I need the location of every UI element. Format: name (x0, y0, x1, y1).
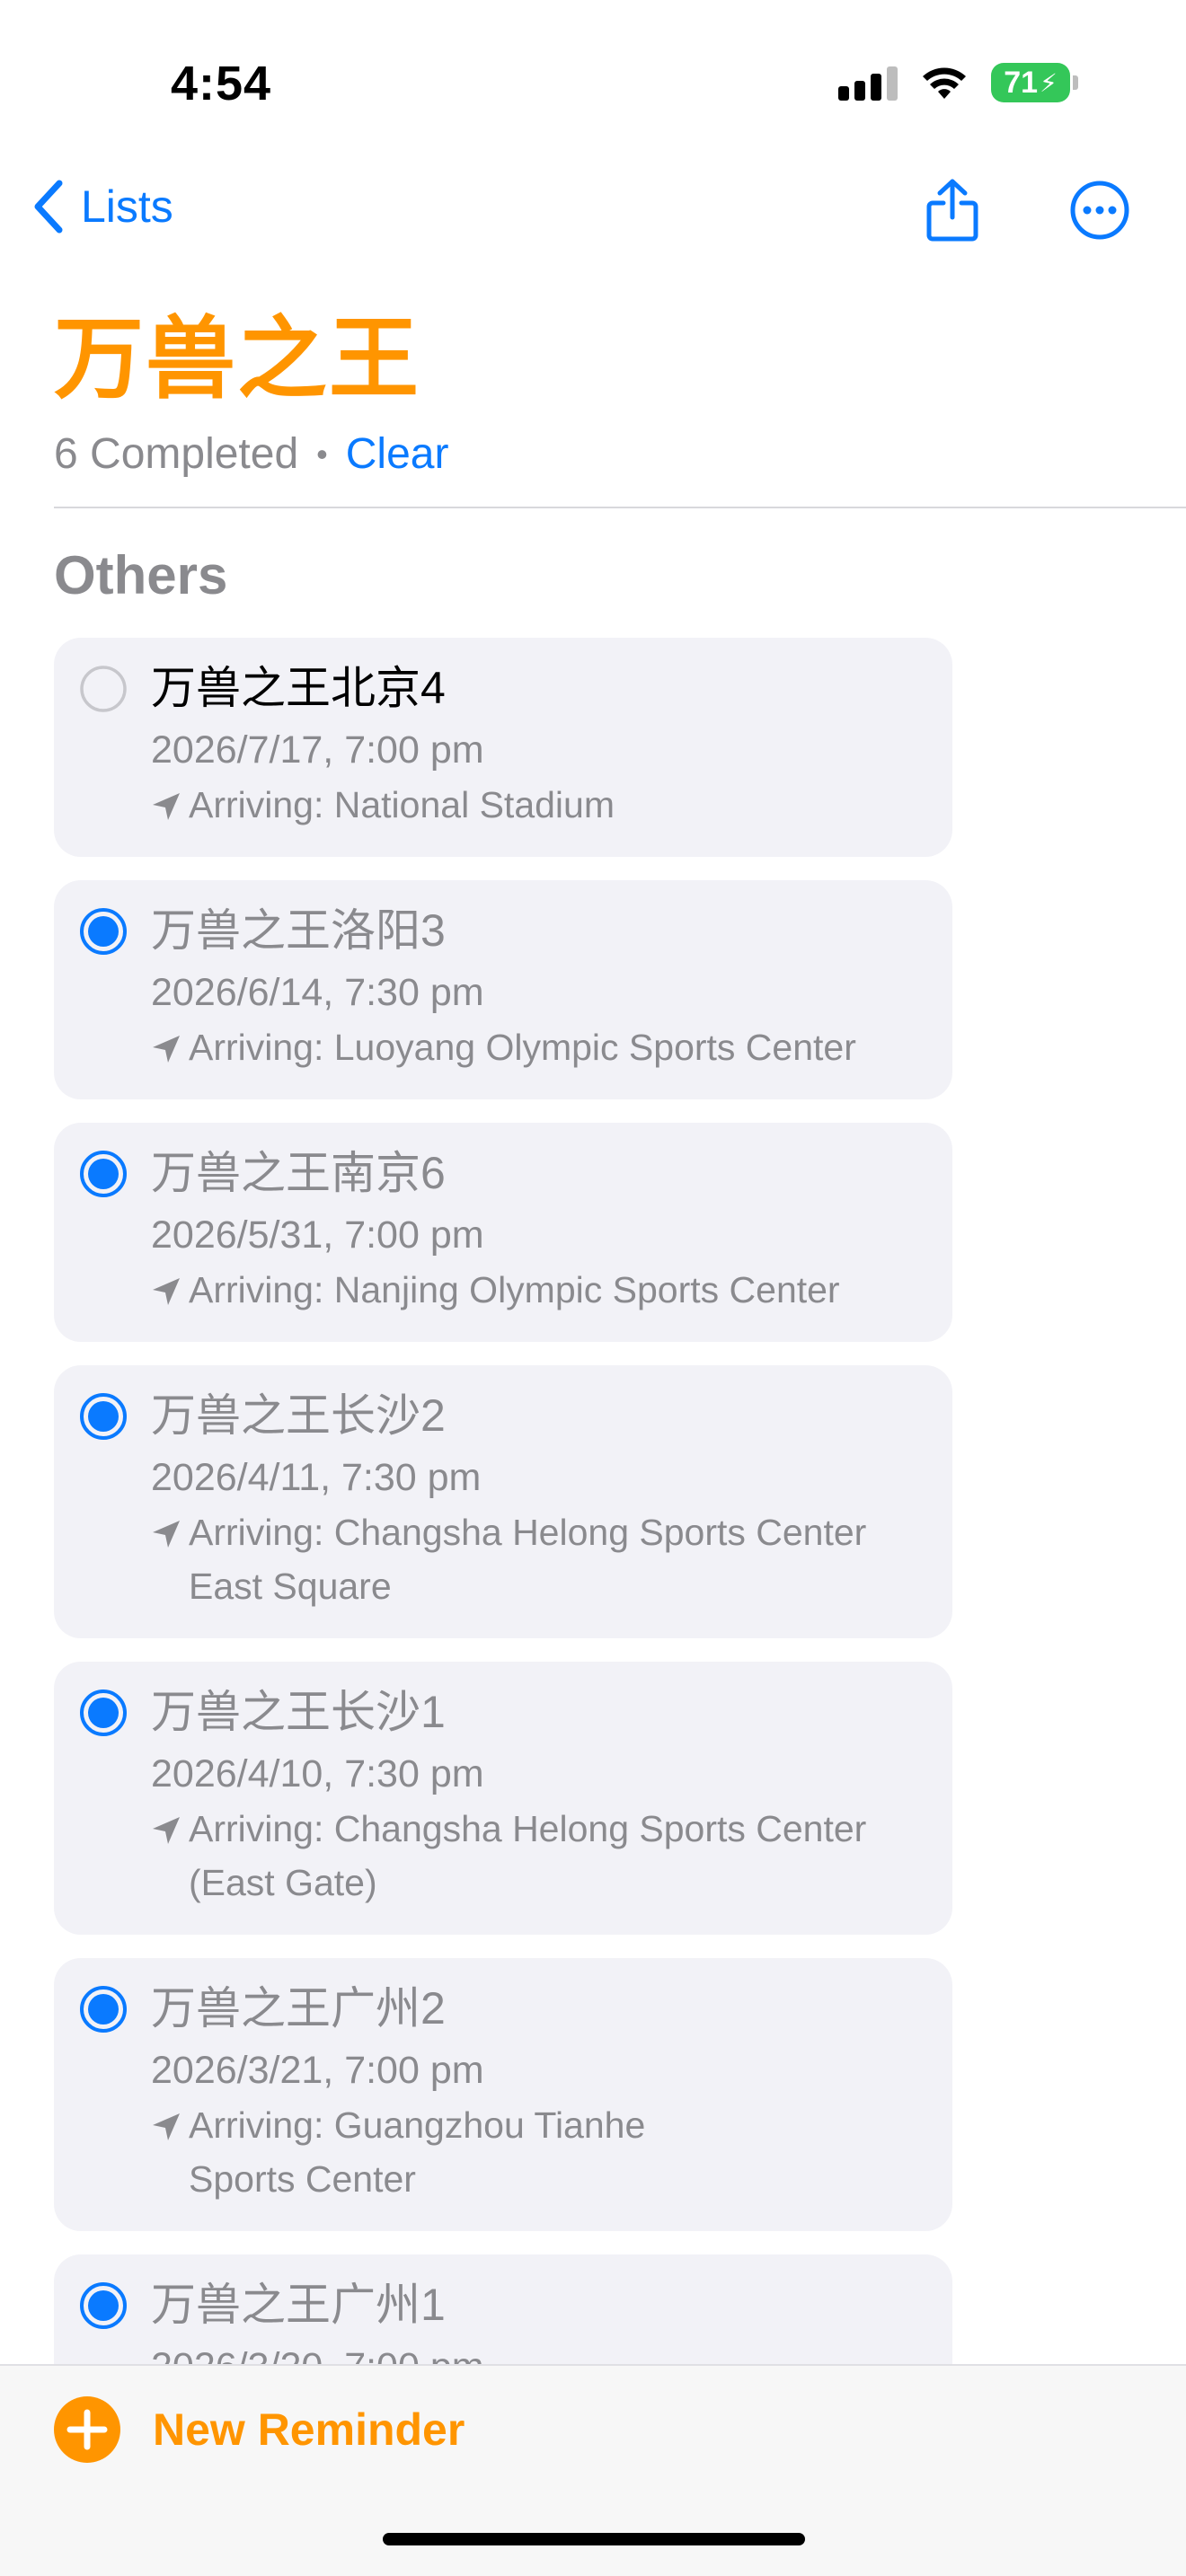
battery-icon: 71 ⚡ (991, 63, 1078, 102)
reminder-content: 万兽之王长沙1 2026/4/10, 7:30 pm Arriving: Chang… (151, 1685, 931, 1910)
checked-circle-icon[interactable] (79, 1689, 128, 1737)
location-arrow-icon (153, 1036, 180, 1063)
reminder-location: Arriving: Changsha Helong Sports Center (… (151, 1802, 931, 1910)
reminder-date: 2026/4/10, 7:30 pm (151, 1752, 484, 1795)
back-label: Lists (81, 181, 173, 232)
share-icon (926, 179, 978, 242)
reminder-card[interactable]: 万兽之王长沙1 2026/4/10, 7:30 pm Arriving: Chang… (54, 1662, 952, 1935)
location-arrow-icon (153, 1817, 180, 1844)
reminder-content: 万兽之王广州2 2026/3/21, 7:00 pm Arriving: Guang… (151, 1981, 931, 2206)
share-button[interactable] (920, 178, 985, 243)
reminder-location: Arriving: Luoyang Olympic Sports Center (151, 1020, 931, 1074)
status-time: 4:54 (171, 57, 272, 110)
reminder-title: 万兽之王洛阳3 (151, 905, 446, 956)
empty-circle-icon[interactable] (79, 665, 128, 713)
location-text: Arriving: Changsha Helong Sports Center E… (189, 1505, 866, 1613)
cellular-signal-icon (838, 65, 898, 101)
location-text: Arriving: Guangzhou Tianhe Sports Center (189, 2098, 645, 2206)
location-arrow-icon (153, 1278, 180, 1305)
new-reminder-label: New Reminder (153, 2404, 465, 2455)
nav-actions (920, 178, 1132, 243)
reminders-screen: 4:54 71 ⚡ Lists 万兽之王 6 Completed • Clear… (0, 0, 1186, 2576)
reminder-date: 2026/3/21, 7:00 pm (151, 2049, 484, 2092)
reminder-content: 万兽之王长沙2 2026/4/11, 7:30 pm Arriving: Chang… (151, 1389, 931, 1613)
reminder-title: 万兽之王广州2 (151, 1983, 446, 2033)
checked-circle-icon[interactable] (79, 1985, 128, 2033)
reminder-content: 万兽之王北京4 2026/7/17, 7:00 pm Arriving: Natio… (151, 661, 931, 832)
reminder-date: 2026/4/11, 7:30 pm (151, 1456, 482, 1499)
battery-level: 71 (1004, 65, 1039, 100)
reminder-title: 万兽之王北京4 (151, 663, 446, 713)
plus-circle-icon (54, 2396, 120, 2463)
status-icons: 71 ⚡ (838, 63, 1078, 102)
reminder-title: 万兽之王南京6 (151, 1148, 446, 1198)
location-arrow-icon (153, 2113, 180, 2140)
home-indicator (383, 2533, 805, 2545)
location-arrow-icon (153, 793, 180, 820)
location-text: Arriving: Nanjing Olympic Sports Center (189, 1263, 840, 1317)
reminder-card[interactable]: 万兽之王长沙2 2026/4/11, 7:30 pm Arriving: Chang… (54, 1365, 952, 1638)
reminder-card[interactable]: 万兽之王广州2 2026/3/21, 7:00 pm Arriving: Guang… (54, 1958, 952, 2231)
wifi-icon (923, 67, 966, 99)
checked-circle-icon[interactable] (79, 1392, 128, 1441)
completed-count: 6 Completed (54, 430, 299, 478)
location-text: Arriving: Changsha Helong Sports Center (… (189, 1802, 866, 1910)
reminder-title: 万兽之王长沙1 (151, 1687, 446, 1737)
back-button[interactable]: Lists (32, 180, 173, 234)
location-line: Arriving: Guangzhou Tianhe (189, 2104, 646, 2146)
reminder-title: 万兽之王长沙2 (151, 1390, 446, 1441)
reminder-location: Arriving: National Stadium (151, 778, 931, 832)
reminder-title: 万兽之王广州1 (151, 2280, 446, 2330)
location-arrow-icon (153, 1521, 180, 1548)
completed-summary: 6 Completed • Clear (54, 429, 448, 479)
reminder-card[interactable]: 万兽之王洛阳3 2026/6/14, 7:30 pm Arriving: Luoya… (54, 880, 952, 1099)
location-line: Arriving: Changsha Helong Sports Center (189, 1808, 867, 1849)
location-line: Arriving: Nanjing Olympic Sports Center (189, 1269, 840, 1310)
reminder-content: 万兽之王南京6 2026/5/31, 7:00 pm Arriving: Nanji… (151, 1146, 931, 1317)
reminder-date: 2026/6/14, 7:30 pm (151, 971, 484, 1014)
location-line: Arriving: Luoyang Olympic Sports Center (189, 1027, 856, 1068)
checked-circle-icon[interactable] (79, 2281, 128, 2330)
section-header: Others (54, 545, 228, 605)
clear-button[interactable]: Clear (346, 429, 449, 479)
reminder-card[interactable]: 万兽之王北京4 2026/7/17, 7:00 pm Arriving: Natio… (54, 638, 952, 857)
reminder-list: 万兽之王北京4 2026/7/17, 7:00 pm Arriving: Natio… (54, 638, 952, 2443)
reminder-location: Arriving: Nanjing Olympic Sports Center (151, 1263, 931, 1317)
location-line: Arriving: National Stadium (189, 784, 615, 825)
reminder-content: 万兽之王洛阳3 2026/6/14, 7:30 pm Arriving: Luoya… (151, 904, 931, 1074)
location-line: Sports Center (189, 2158, 416, 2200)
more-button[interactable] (1067, 178, 1132, 243)
reminder-location: Arriving: Changsha Helong Sports Center E… (151, 1505, 931, 1613)
reminder-date: 2026/5/31, 7:00 pm (151, 1213, 484, 1257)
divider (54, 507, 1186, 508)
reminder-location: Arriving: Guangzhou Tianhe Sports Center (151, 2098, 931, 2206)
location-line: East Square (189, 1566, 392, 1607)
checked-circle-icon[interactable] (79, 1150, 128, 1198)
location-text: Arriving: Luoyang Olympic Sports Center (189, 1020, 856, 1074)
list-title: 万兽之王 (54, 309, 420, 410)
reminder-card[interactable]: 万兽之王南京6 2026/5/31, 7:00 pm Arriving: Nanji… (54, 1123, 952, 1342)
reminder-date: 2026/7/17, 7:00 pm (151, 728, 484, 772)
ellipsis-circle-icon (1070, 181, 1129, 240)
checked-circle-icon[interactable] (79, 907, 128, 956)
location-line: (East Gate) (189, 1862, 377, 1903)
location-line: Arriving: Changsha Helong Sports Center (189, 1512, 867, 1553)
location-text: Arriving: National Stadium (189, 778, 615, 832)
chevron-left-icon (34, 180, 63, 234)
separator-dot: • (316, 435, 328, 472)
new-reminder-button[interactable]: New Reminder (54, 2396, 465, 2463)
